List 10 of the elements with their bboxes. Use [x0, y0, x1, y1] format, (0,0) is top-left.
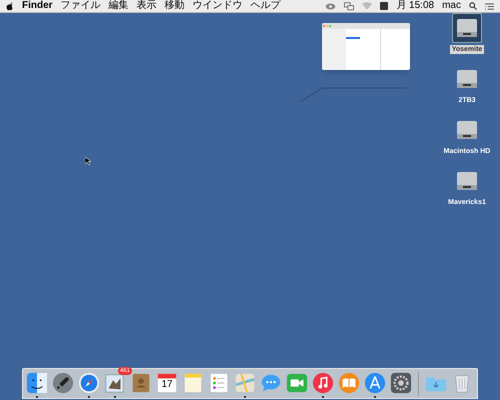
menu-item[interactable]: ファイル — [60, 1, 101, 11]
app-menu[interactable]: Finder — [22, 1, 53, 11]
user-menu[interactable]: mac — [442, 1, 461, 11]
calendar-date: 17 — [160, 380, 174, 390]
menu-item[interactable]: 表示 — [136, 1, 157, 11]
menu-item[interactable]: 移動 — [164, 1, 185, 11]
menu-item[interactable]: ウインドウ — [192, 1, 243, 11]
dock-app[interactable]: 17 — [156, 372, 178, 394]
clock[interactable]: 月 15:08 — [396, 1, 434, 11]
menu-item[interactable]: 編集 — [108, 1, 129, 11]
